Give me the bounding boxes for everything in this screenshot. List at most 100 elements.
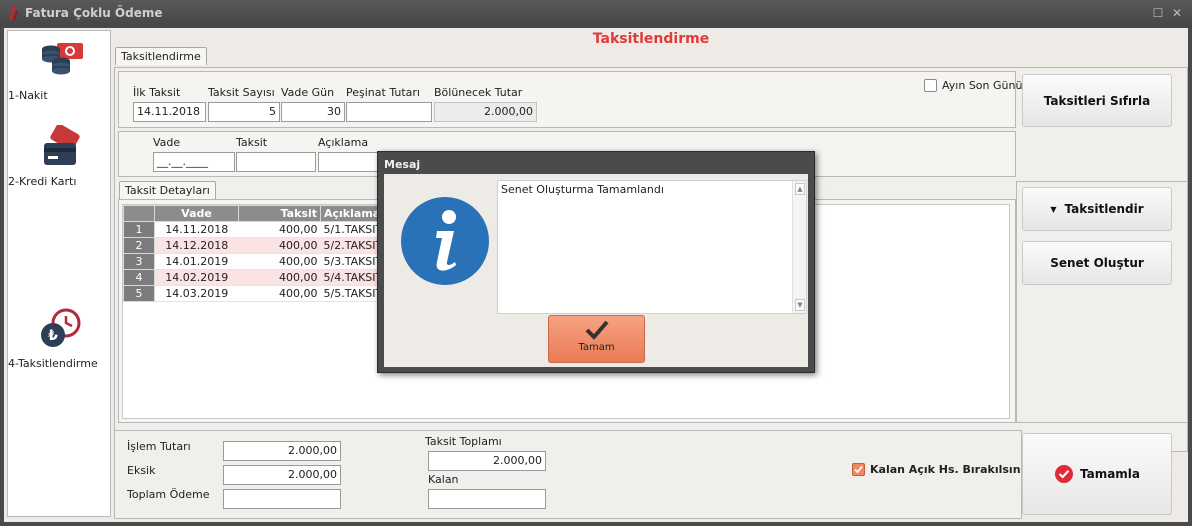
bolunecek-label: Bölünecek Tutar [434,86,523,99]
tamam-label: Tamam [578,342,615,353]
col-header-vade[interactable]: Vade [154,205,239,222]
islem-tutari-field[interactable]: 2.000,00 [223,441,341,461]
row-number: 1 [123,221,155,238]
vade-label: Vade [153,136,181,149]
taksit-table: Vade Taksit Açıklama 1 14.11.2018 400,00… [123,205,382,302]
tamamla-button[interactable]: Tamamla [1022,433,1172,515]
scroll-down-icon[interactable]: ▼ [795,299,805,311]
table-row[interactable]: 2 14.12.2018 400,00 5/2.TAKSIT [123,237,382,254]
islem-tutari-label: İşlem Tutarı [127,440,191,453]
col-header-rownum [123,205,155,222]
bolunecek-field: 2.000,00 [434,102,537,122]
kalan-acik-label: Kalan Açık Hs. Bırakılsın [870,463,1021,476]
aciklama-cell: 5/5.TAKSIT [320,285,382,302]
vade-field[interactable]: __.__.____ [153,152,235,172]
taksit-toplami-field[interactable]: 2.000,00 [428,451,546,471]
close-button[interactable]: ✕ [1170,6,1184,20]
row-number: 2 [123,237,155,254]
summary-panel: İşlem Tutarı 2.000,00 Eksik 2.000,00 Top… [114,430,1022,519]
vade-gun-field[interactable]: 30 [281,102,345,122]
taksit-label: Taksit [236,136,268,149]
taksitleri-sifirla-button[interactable]: Taksitleri Sıfırla [1022,74,1172,127]
dialog-message: Senet Oluşturma Tamamlandı [501,183,664,196]
message-scrollbar[interactable]: ▲ ▼ [792,181,806,313]
tamam-button[interactable]: Tamam [548,315,645,363]
vade-cell: 14.03.2019 [154,285,239,302]
aciklama-cell: 5/4.TAKSIT [320,269,382,286]
toplam-odeme-label: Toplam Ödeme [127,488,210,501]
vade-cell: 14.12.2018 [154,237,239,254]
table-row[interactable]: 5 14.03.2019 400,00 5/5.TAKSIT [123,285,382,302]
kalan-field[interactable] [428,489,546,509]
ayin-son-gunu-label: Ayın Son Günü [942,79,1023,92]
table-header-row: Vade Taksit Açıklama [123,205,382,222]
svg-text:₺: ₺ [48,328,58,344]
sidebar-item-label: 2-Kredi Kartı [8,175,77,188]
dialog-body: Senet Oluşturma Tamamlandı ▲ ▼ Tamam [384,174,808,367]
taksitlendir-button[interactable]: ▼ Taksitlendir [1022,187,1172,231]
taksit-cell: 400,00 [238,221,321,238]
taksit-sayisi-field[interactable]: 5 [208,102,280,122]
tab-taksitlendirme[interactable]: Taksitlendirme [115,47,207,65]
taksit-sayisi-label: Taksit Sayısı [208,86,275,99]
dropdown-arrow-icon: ▼ [1050,204,1057,214]
checkmark-icon [854,465,863,474]
taksit-cell: 400,00 [238,269,321,286]
check-circle-icon [1054,465,1073,483]
aciklama-cell: 5/1.TAKSIT [320,221,382,238]
sidebar-item-label: 4-Taksitlendirme [8,357,98,370]
taksit-field[interactable] [236,152,316,172]
tab-taksit-detaylari[interactable]: Taksit Detayları [119,181,216,199]
message-dialog: Mesaj Senet Oluşturma Tamamlandı ▲ ▼ Tam… [377,151,815,373]
row-number: 5 [123,285,155,302]
ayin-son-gunu-checkbox[interactable] [924,79,937,92]
sidebar-item-label: 1-Nakit [8,89,48,102]
cash-coins-icon [34,39,86,83]
toplam-odeme-field[interactable] [223,489,341,509]
table-row[interactable]: 1 14.11.2018 400,00 5/1.TAKSIT [123,221,382,238]
scroll-up-icon[interactable]: ▲ [795,183,805,195]
taksit-toplami-label: Taksit Toplamı [425,435,502,448]
row-number: 3 [123,253,155,270]
dialog-title: Mesaj [384,158,421,171]
table-row[interactable]: 3 14.01.2019 400,00 5/3.TAKSIT [123,253,382,270]
col-header-taksit[interactable]: Taksit [238,205,321,222]
page-heading: Taksitlendirme [592,31,710,47]
sidebar-item-kredi-karti[interactable]: 2-Kredi Kartı [8,123,112,188]
window-title: Fatura Çoklu Ödeme [25,6,163,20]
taksitlendir-label: Taksitlendir [1064,202,1144,216]
senet-olustur-button[interactable]: Senet Oluştur [1022,241,1172,285]
taksit-cell: 400,00 [238,285,321,302]
sidebar-item-nakit[interactable]: 1-Nakit [8,39,112,102]
row-number: 4 [123,269,155,286]
lira-clock-icon: ₺ [34,307,86,351]
aciklama-cell: 5/3.TAKSIT [320,253,382,270]
vade-gun-label: Vade Gün [281,86,335,99]
info-icon [401,197,489,285]
kalan-label: Kalan [428,473,459,486]
aciklama-cell: 5/2.TAKSIT [320,237,382,254]
ilk-taksit-field[interactable]: 14.11.2018 [133,102,206,122]
col-header-aciklama[interactable]: Açıklama [320,205,382,222]
sidebar-item-taksitlendirme[interactable]: ₺ 4-Taksitlendirme [8,307,112,370]
vade-cell: 14.01.2019 [154,253,239,270]
tamamla-label: Tamamla [1079,467,1141,481]
eksik-label: Eksik [127,464,156,477]
payment-type-sidebar: 1-Nakit 2-Kredi Kartı ₺ 4-Taksitlendirme [7,30,111,517]
pesinat-label: Peşinat Tutarı [346,86,420,99]
title-bar: Fatura Çoklu Ödeme ☐ ✕ [0,0,1192,27]
taksit-cell: 400,00 [238,253,321,270]
installment-settings-group: İlk Taksit 14.11.2018 Taksit Sayısı 5 Va… [118,71,1022,128]
dialog-message-box: Senet Oluşturma Tamamlandı ▲ ▼ [497,180,807,314]
maximize-button[interactable]: ☐ [1151,6,1165,20]
taksit-cell: 400,00 [238,237,321,254]
vade-cell: 14.11.2018 [154,221,239,238]
eksik-field[interactable]: 2.000,00 [223,465,341,485]
checkmark-icon [585,320,609,340]
credit-card-icon [34,123,86,169]
kalan-acik-checkbox[interactable] [852,463,865,476]
table-row[interactable]: 4 14.02.2019 400,00 5/4.TAKSIT [123,269,382,286]
app-logo-icon [9,6,18,20]
vade-cell: 14.02.2019 [154,269,239,286]
pesinat-field[interactable] [346,102,432,122]
